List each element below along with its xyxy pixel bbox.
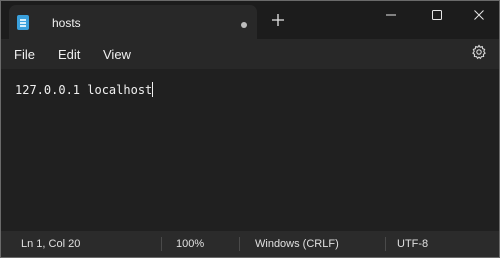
zoom-level: 100% xyxy=(176,238,205,250)
unsaved-dot-icon[interactable] xyxy=(241,22,247,28)
new-tab-button[interactable] xyxy=(271,13,285,27)
text-editor[interactable]: 127.0.0.1 localhost xyxy=(1,69,499,231)
text-caret xyxy=(152,82,154,97)
title-bar: hosts xyxy=(1,1,499,39)
editor-text-line: 127.0.0.1 localhost xyxy=(15,83,153,97)
status-bar: Ln 1, Col 20 100% Windows (CRLF) UTF-8 xyxy=(1,231,499,257)
tab-title: hosts xyxy=(52,16,81,30)
menu-bar: File Edit View xyxy=(1,39,499,69)
notepad-window: hosts File Edit View 127.0.0.1 localhost xyxy=(0,0,500,258)
minimize-button[interactable] xyxy=(381,6,401,24)
status-divider xyxy=(161,237,162,251)
encoding: UTF-8 xyxy=(397,238,429,250)
cursor-position: Ln 1, Col 20 xyxy=(21,238,81,250)
menu-file[interactable]: File xyxy=(14,47,35,62)
close-button[interactable] xyxy=(469,6,489,24)
tab-hosts[interactable]: hosts xyxy=(9,5,257,39)
maximize-button[interactable] xyxy=(427,6,447,24)
status-divider xyxy=(239,237,240,251)
status-divider xyxy=(385,237,386,251)
menu-edit[interactable]: Edit xyxy=(58,47,80,62)
menu-view[interactable]: View xyxy=(103,47,131,62)
notepad-icon xyxy=(17,15,29,30)
settings-gear-icon[interactable] xyxy=(471,44,487,60)
editor-content[interactable]: 127.0.0.1 localhost xyxy=(15,82,154,97)
line-ending: Windows (CRLF) xyxy=(255,238,339,250)
